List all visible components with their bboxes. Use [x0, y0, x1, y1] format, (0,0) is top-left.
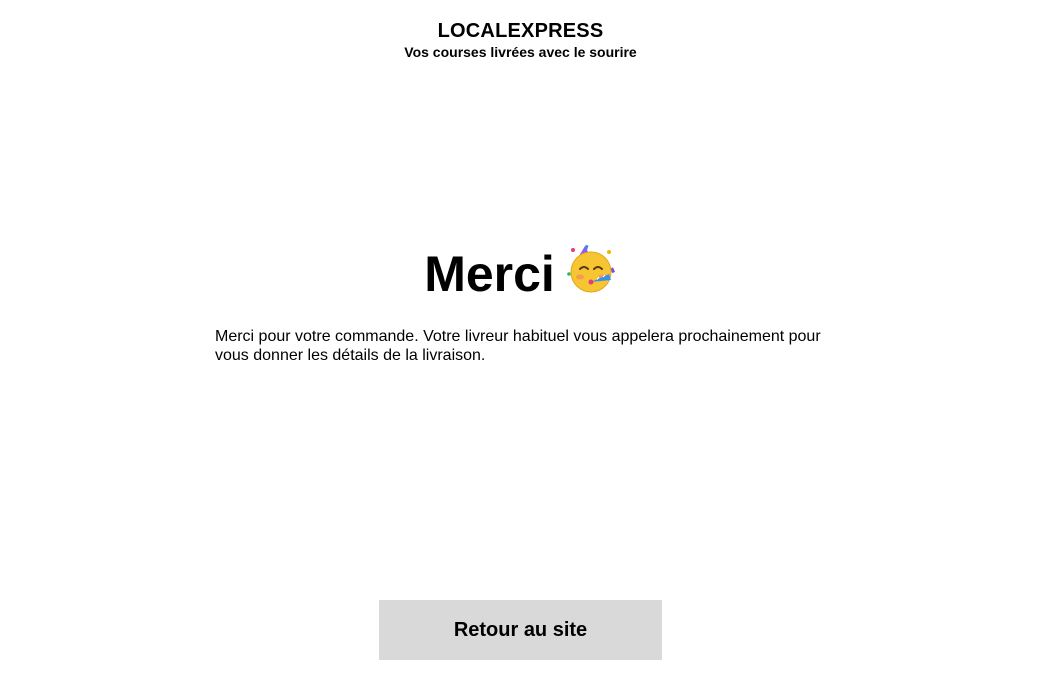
brand-tagline: Vos courses livrées avec le sourire	[404, 44, 637, 60]
site-header: LOCALEXPRESS Vos courses livrées avec le…	[0, 19, 1041, 61]
partying-face-icon	[565, 244, 617, 296]
confirmation-hero: Merci	[0, 244, 1041, 304]
page-title-container: Merci	[424, 244, 617, 304]
confirmation-message: Merci pour votre commande. Votre livreur…	[215, 328, 821, 364]
brand-name: LOCALEXPRESS	[437, 20, 604, 42]
page-title: Merci	[424, 246, 555, 302]
thank-you-page: LOCALEXPRESS Vos courses livrées avec le…	[0, 0, 1041, 690]
return-to-site-button[interactable]: Retour au site	[379, 600, 662, 660]
